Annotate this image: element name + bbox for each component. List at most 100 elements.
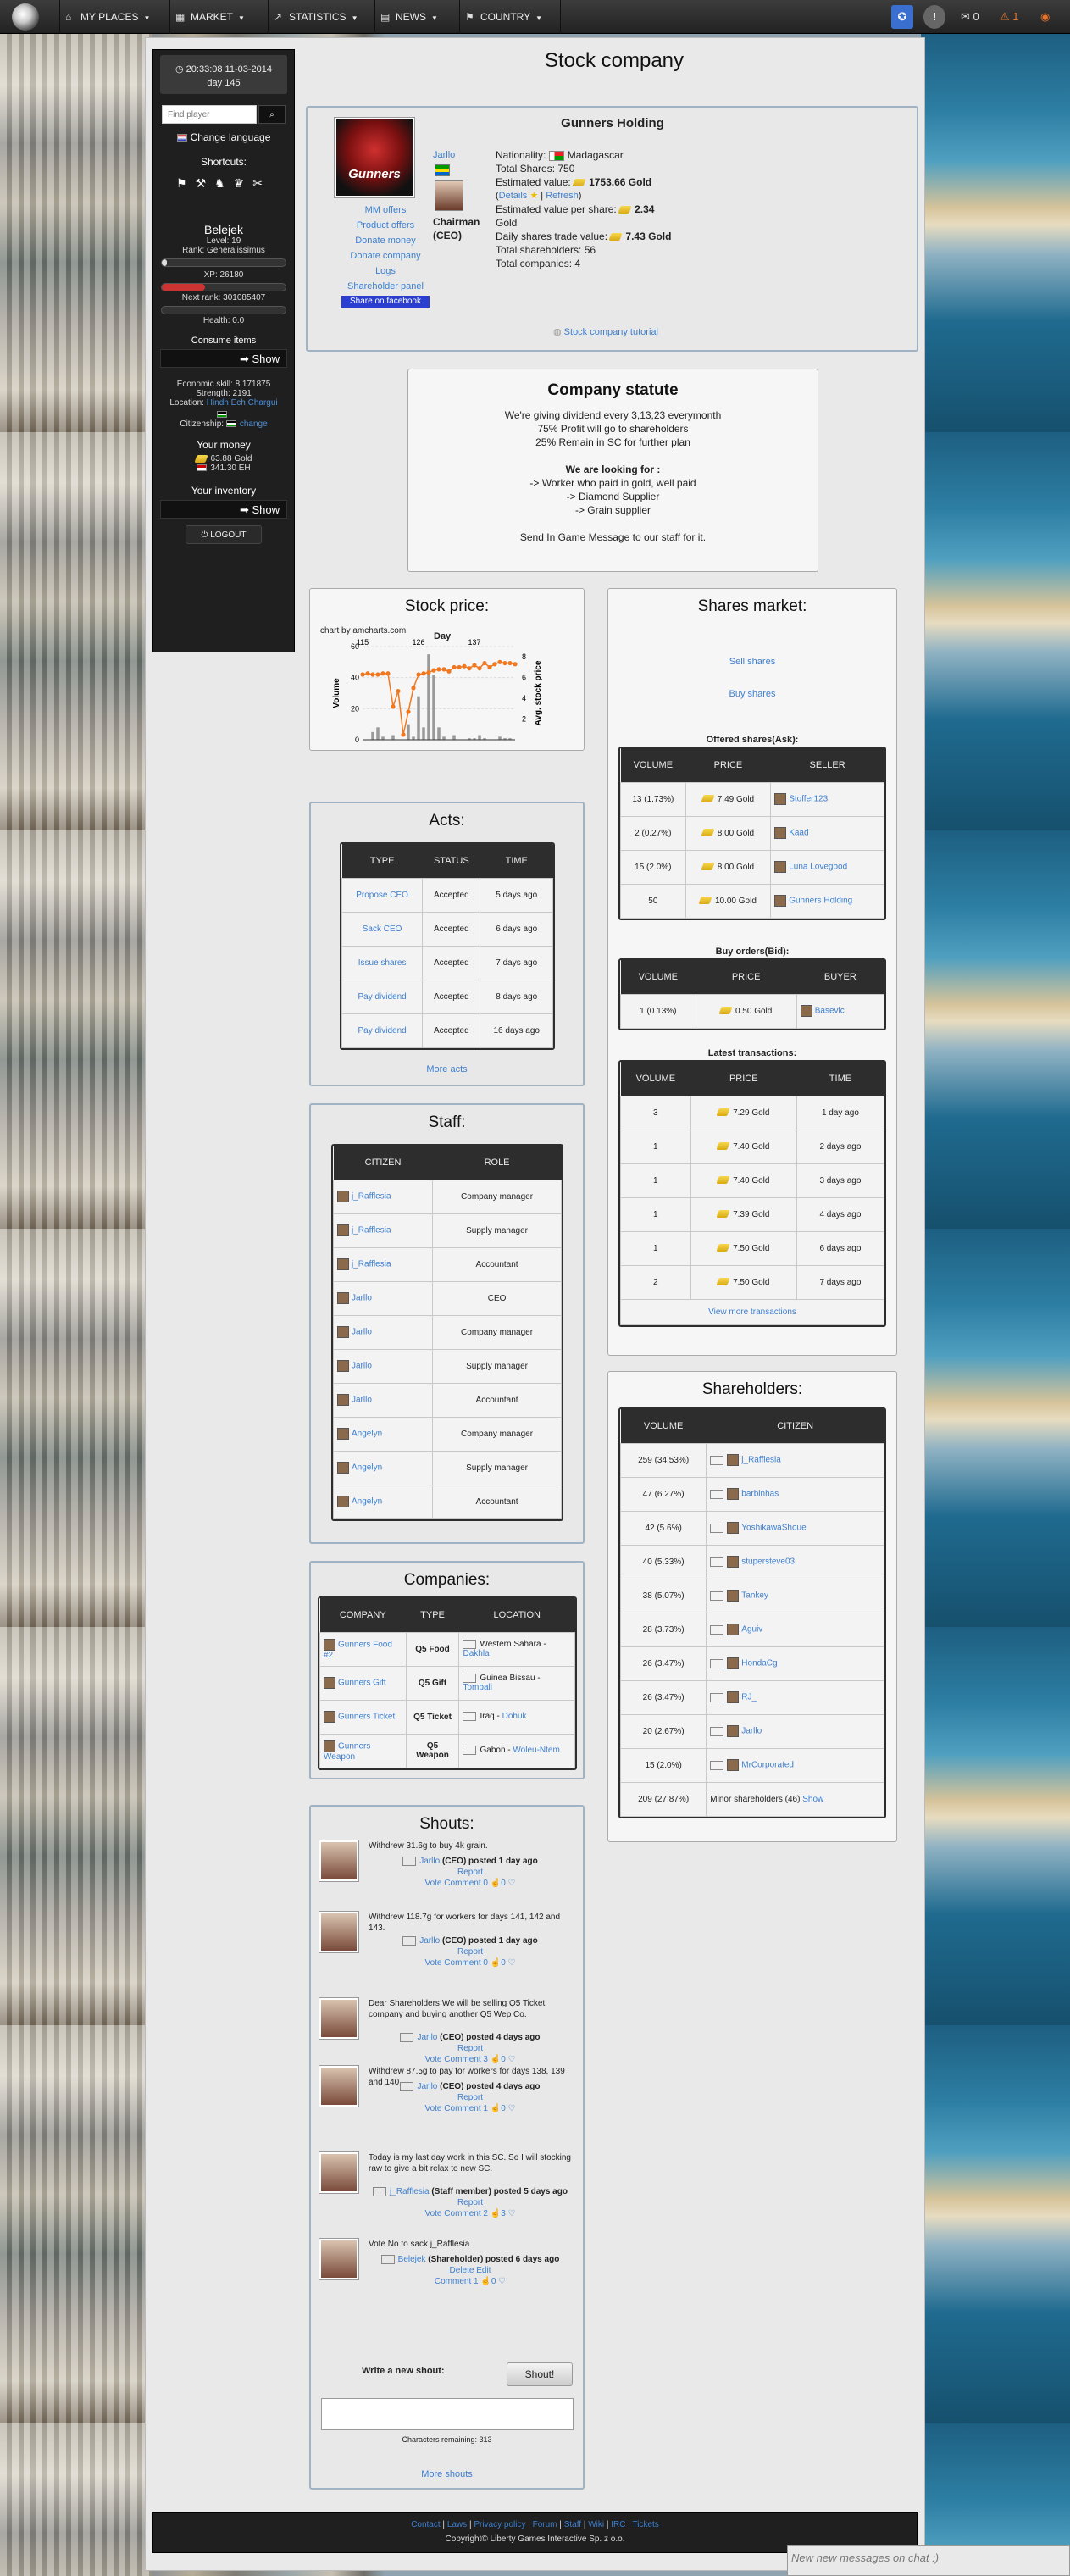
price-point[interactable] (411, 686, 416, 691)
citizen-link[interactable]: HondaCg (741, 1659, 777, 1668)
volume-bar[interactable] (391, 735, 395, 741)
staff-citizen[interactable]: Jarllo (333, 1348, 434, 1384)
price-point[interactable] (457, 664, 462, 670)
product-offers-link[interactable]: Product offers (341, 218, 430, 233)
volume-bar[interactable] (452, 735, 456, 741)
trophy-icon[interactable]: ♛ (234, 176, 253, 190)
thumbs-up-icon[interactable]: ☝ (488, 2104, 501, 2113)
comment-link[interactable]: Comment (444, 2209, 480, 2218)
volume-bar[interactable] (478, 735, 481, 741)
shout-author-link[interactable]: Jarllo (419, 1936, 440, 1946)
footer-link[interactable]: Contact (411, 2520, 440, 2529)
citizen-link[interactable]: Jarllo (741, 1727, 762, 1736)
train-icon[interactable]: ♞ (214, 176, 234, 190)
delete-link[interactable]: Delete (450, 2266, 474, 2275)
shareholder-citizen[interactable]: Jarllo (706, 1713, 884, 1749)
nav-my-places[interactable]: ⌂ MY PLACES ▼ (59, 0, 169, 34)
price-point[interactable] (497, 659, 502, 664)
thumbs-down-icon[interactable]: ♡ (506, 1879, 516, 1888)
seller-cell[interactable]: Luna Lovegood (770, 849, 884, 885)
shout-author-link[interactable]: Belejek (398, 2255, 426, 2264)
thumbs-up-icon[interactable]: ☝ (479, 2277, 491, 2286)
shout-author-link[interactable]: j_Rafflesia (390, 2187, 430, 2196)
more-acts-link[interactable]: More acts (311, 1064, 583, 1074)
buyer-cell[interactable]: Basevic (796, 993, 884, 1029)
donate-company-link[interactable]: Donate company (341, 248, 430, 264)
citizen-link[interactable]: Basevic (815, 1007, 845, 1016)
details-link[interactable]: Details (499, 191, 528, 201)
tools-icon[interactable]: ✂ (252, 176, 271, 190)
thumbs-down-icon[interactable]: ♡ (506, 1958, 516, 1968)
shout-avatar[interactable] (319, 2239, 358, 2279)
seller-cell[interactable]: Kaad (770, 815, 884, 851)
price-point[interactable] (380, 671, 385, 676)
thumbs-down-icon[interactable]: ♡ (506, 2209, 516, 2218)
volume-bar[interactable] (442, 736, 446, 740)
shareholder-citizen[interactable]: Aguiv (706, 1612, 884, 1647)
military-unit-icon[interactable]: ✪ (891, 5, 913, 29)
shout-author-link[interactable]: Jarllo (417, 2033, 437, 2042)
change-language-link[interactable]: Change language (153, 131, 294, 143)
volume-bar[interactable] (407, 724, 410, 740)
footer-link[interactable]: Laws (447, 2520, 467, 2529)
citizen-link[interactable]: barbinhas (741, 1490, 779, 1499)
price-point[interactable] (431, 668, 436, 673)
find-player-input[interactable] (162, 105, 257, 124)
citizen-link[interactable]: Jarllo (352, 1294, 372, 1303)
citizen-link[interactable]: Luna Lovegood (789, 863, 847, 872)
search-button[interactable]: ⌕ (258, 105, 286, 124)
shareholder-citizen[interactable]: MrCorporated (706, 1747, 884, 1783)
shareholder-citizen[interactable]: YoshikawaShoue (706, 1510, 884, 1546)
thumbs-up-icon[interactable]: ☝ (488, 1958, 501, 1968)
staff-citizen[interactable]: Angelyn (333, 1416, 434, 1452)
company-link[interactable]: Gunners Ticket (338, 1713, 395, 1722)
citizen-link[interactable]: Stoffer123 (789, 795, 828, 804)
price-point[interactable] (375, 672, 380, 677)
seller-cell[interactable]: Gunners Holding (770, 883, 884, 919)
region-link[interactable]: Dohuk (502, 1713, 527, 1722)
shout-author-link[interactable]: Jarllo (417, 2082, 437, 2091)
price-point[interactable] (502, 660, 507, 666)
shareholder-citizen[interactable]: Minor shareholders (46) Show (706, 1781, 884, 1817)
ceo-link[interactable]: Jarllo (433, 150, 455, 160)
buy-shares-link[interactable]: Buy shares (608, 689, 896, 699)
nav-market[interactable]: ▦ MARKET ▼ (169, 0, 268, 34)
player-name[interactable]: Belejek (153, 223, 294, 236)
act-type-link[interactable]: Propose CEO (341, 877, 424, 913)
citizen-link[interactable]: Gunners Holding (789, 897, 852, 906)
staff-citizen[interactable]: Angelyn (333, 1484, 434, 1519)
report-link[interactable]: Report (457, 1868, 483, 1877)
staff-citizen[interactable]: Angelyn (333, 1450, 434, 1485)
volume-bar[interactable] (427, 654, 430, 740)
price-point[interactable] (365, 671, 370, 676)
staff-citizen[interactable]: j_Rafflesia (333, 1213, 434, 1248)
footer-link[interactable]: Staff (564, 2520, 581, 2529)
sell-shares-link[interactable]: Sell shares (608, 657, 896, 667)
report-link[interactable]: Report (457, 2044, 483, 2053)
footer-link[interactable]: Tickets (633, 2520, 659, 2529)
price-point[interactable] (492, 662, 497, 667)
staff-citizen[interactable]: j_Rafflesia (333, 1179, 434, 1214)
price-point[interactable] (406, 709, 411, 714)
shareholder-panel-link[interactable]: Shareholder panel (341, 279, 430, 294)
mail-button[interactable]: ✉ 0 (961, 5, 995, 29)
citizen-link[interactable]: Tankey (741, 1591, 768, 1601)
nav-news[interactable]: ▤ NEWS ▼ (374, 0, 459, 34)
price-point[interactable] (396, 688, 401, 694)
shout-avatar[interactable] (319, 1840, 358, 1881)
volume-bar[interactable] (432, 675, 435, 740)
company-link[interactable]: Gunners Gift (338, 1679, 386, 1688)
volume-bar[interactable] (381, 736, 385, 740)
shout-avatar[interactable] (319, 1912, 358, 1952)
price-point[interactable] (401, 732, 406, 737)
shareholder-citizen[interactable]: barbinhas (706, 1476, 884, 1512)
comment-link[interactable]: Comment (444, 2104, 480, 2113)
act-type-link[interactable]: Sack CEO (341, 911, 424, 947)
vote-link[interactable]: Vote (424, 2055, 441, 2064)
price-point[interactable] (513, 662, 518, 667)
chat-box[interactable]: New new messages on chat :) (787, 2545, 1070, 2576)
volume-bar[interactable] (412, 736, 415, 740)
citizen-link[interactable]: MrCorporated (741, 1761, 794, 1770)
citizen-link[interactable]: j_Rafflesia (352, 1192, 391, 1202)
mm-offers-link[interactable]: MM offers (341, 203, 430, 218)
